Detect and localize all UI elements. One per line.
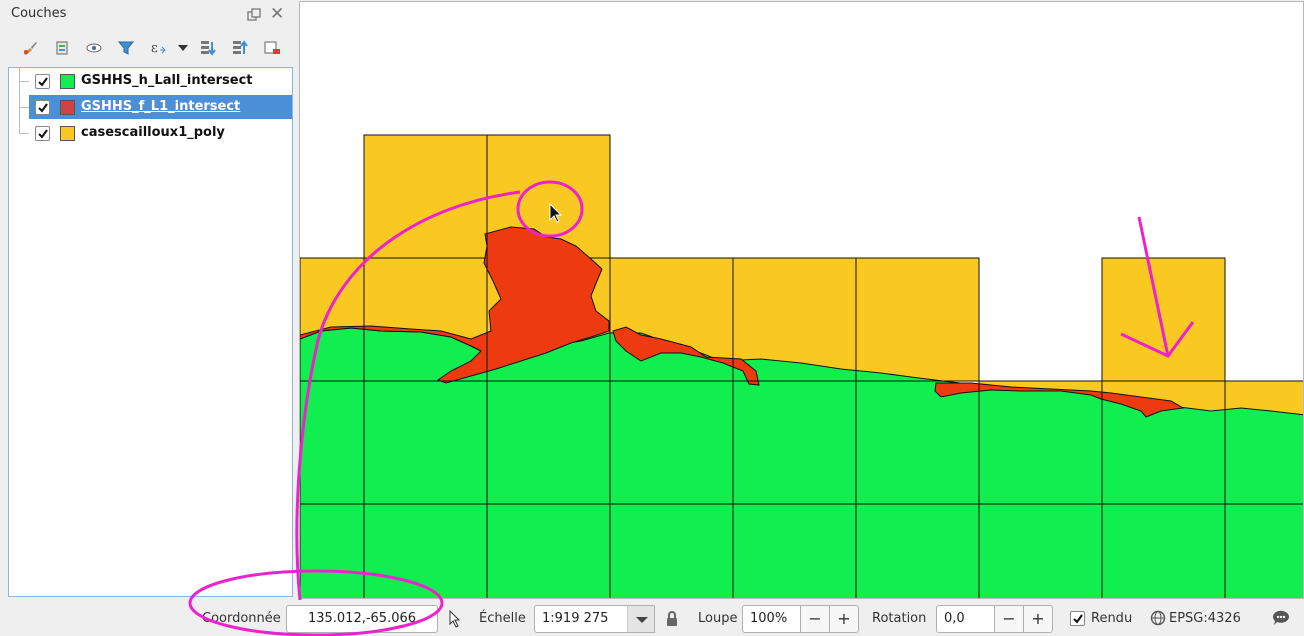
layer-name: GSHHS_h_Lall_intersect (81, 73, 253, 88)
float-panel-icon[interactable] (247, 8, 261, 22)
layer-visibility-checkbox[interactable] (35, 126, 50, 141)
lock-scale-icon[interactable] (665, 610, 683, 628)
crs-globe-icon[interactable] (1150, 610, 1168, 628)
layers-toolbar: ε (14, 36, 288, 60)
rotation-label: Rotation (872, 611, 927, 626)
render-label: Rendu (1091, 611, 1133, 626)
layer-item-gshhs-h[interactable]: GSHHS_h_Lall_intersect (29, 69, 292, 93)
scale-label: Échelle (479, 611, 526, 626)
expand-all-icon[interactable] (192, 36, 224, 60)
add-group-icon[interactable] (46, 36, 78, 60)
layer-item-casescailloux[interactable]: casescailloux1_poly (29, 121, 292, 145)
magnifier-field[interactable]: 100% (742, 605, 801, 633)
messages-icon[interactable] (1272, 610, 1290, 628)
rotation-decrease-button[interactable]: − (994, 605, 1024, 633)
coordinate-field[interactable]: 135.012,-65.066 (286, 605, 438, 633)
layer-symbol-swatch[interactable] (60, 74, 75, 89)
layers-panel: Couches ✕ ε GSHHS_h_Lall_intersect GSHHS… (0, 0, 298, 600)
layer-tree: GSHHS_h_Lall_intersect GSHHS_f_L1_inters… (8, 67, 293, 597)
map-canvas[interactable] (299, 1, 1304, 599)
panel-title: Couches (11, 6, 67, 21)
layer-symbol-swatch[interactable] (60, 126, 75, 141)
magnifier-increase-button[interactable]: + (829, 605, 859, 633)
tree-guide-line (19, 68, 20, 134)
mouse-pointer-toggle-icon[interactable] (447, 609, 465, 628)
rotation-increase-button[interactable]: + (1023, 605, 1053, 633)
expression-filter-icon[interactable]: ε (142, 36, 174, 60)
layer-symbol-swatch[interactable] (60, 100, 75, 115)
magnifier-decrease-button[interactable]: − (800, 605, 830, 633)
status-bar: Coordonnée 135.012,-65.066 Échelle 1:919… (0, 600, 1304, 636)
coordinate-label: Coordonnée (202, 611, 281, 626)
layer-name: casescailloux1_poly (81, 125, 225, 140)
dropdown-arrow-icon[interactable] (174, 36, 192, 60)
collapse-all-icon[interactable] (224, 36, 256, 60)
close-panel-icon[interactable]: ✕ (270, 4, 284, 24)
qgis-window: Couches ✕ ε GSHHS_h_Lall_intersect GSHHS… (0, 0, 1304, 636)
layer-item-gshhs-f[interactable]: GSHHS_f_L1_intersect (29, 95, 292, 119)
eye-visibility-icon[interactable] (78, 36, 110, 60)
style-brush-icon[interactable] (14, 36, 46, 60)
layer-name: GSHHS_f_L1_intersect (81, 99, 241, 114)
svg-text:ε: ε (151, 41, 158, 56)
grid-cell (363, 134, 488, 259)
scale-dropdown-button[interactable] (627, 605, 655, 633)
grid-cell (855, 257, 980, 382)
remove-layer-icon[interactable] (256, 36, 288, 60)
layer-visibility-checkbox[interactable] (35, 100, 50, 115)
tree-guide-dash (19, 107, 29, 108)
crs-button[interactable]: EPSG:4326 (1169, 611, 1241, 626)
render-checkbox[interactable] (1070, 611, 1085, 626)
tree-guide-dash (19, 133, 29, 134)
layer-visibility-checkbox[interactable] (35, 74, 50, 89)
scale-field[interactable]: 1:919 275 (534, 605, 628, 633)
filter-icon[interactable] (110, 36, 142, 60)
magnifier-label: Loupe (698, 611, 738, 626)
grid-cell (1101, 257, 1226, 382)
rotation-field[interactable]: 0,0 (936, 605, 995, 633)
map-svg (300, 134, 1303, 598)
tree-guide-dash (19, 81, 29, 82)
